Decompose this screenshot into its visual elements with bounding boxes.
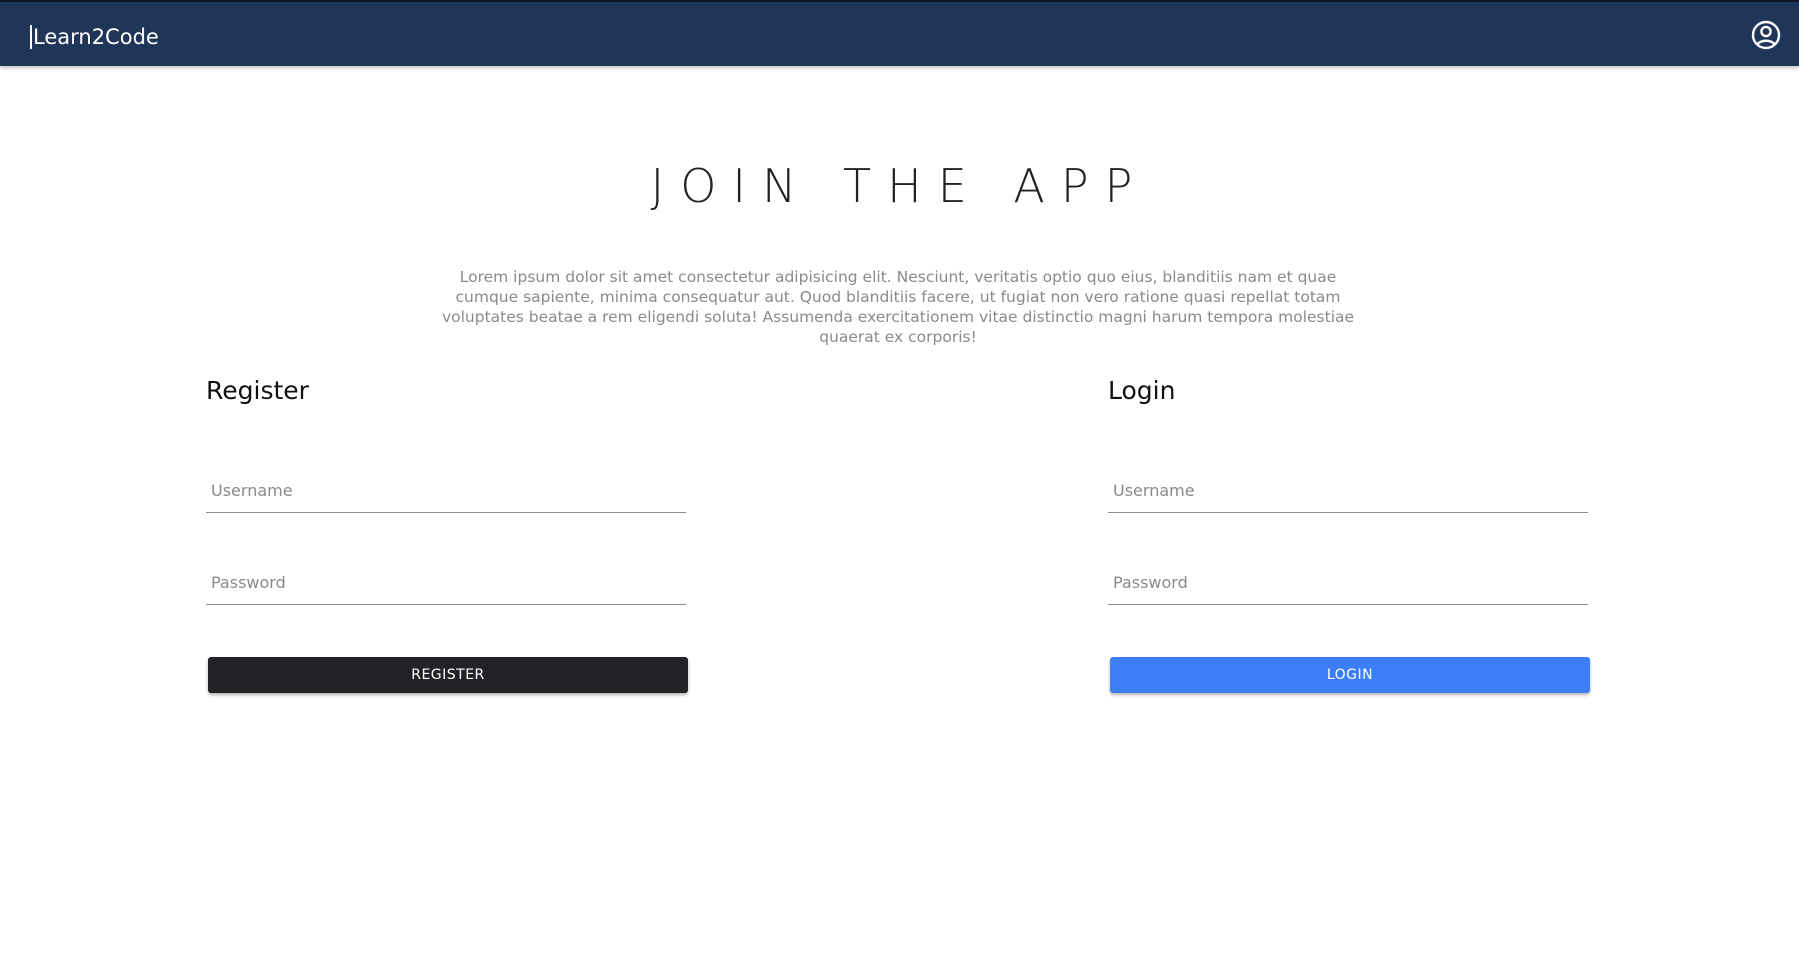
top-navbar: Learn2Code <box>0 0 1799 66</box>
brand-logo[interactable]: Learn2Code <box>30 25 159 49</box>
login-button[interactable]: LOGIN <box>1110 657 1590 693</box>
register-button[interactable]: REGISTER <box>208 657 688 693</box>
page-title: JOIN THE APP <box>650 158 1149 213</box>
account-circle-icon[interactable] <box>1751 20 1781 50</box>
register-username-input[interactable] <box>206 469 686 513</box>
register-title: Register <box>206 376 309 405</box>
intro-description: Lorem ipsum dolor sit amet consectetur a… <box>441 267 1355 346</box>
login-title: Login <box>1108 376 1176 405</box>
login-username-input[interactable] <box>1108 469 1588 513</box>
register-password-input[interactable] <box>206 561 686 605</box>
login-password-input[interactable] <box>1108 561 1588 605</box>
